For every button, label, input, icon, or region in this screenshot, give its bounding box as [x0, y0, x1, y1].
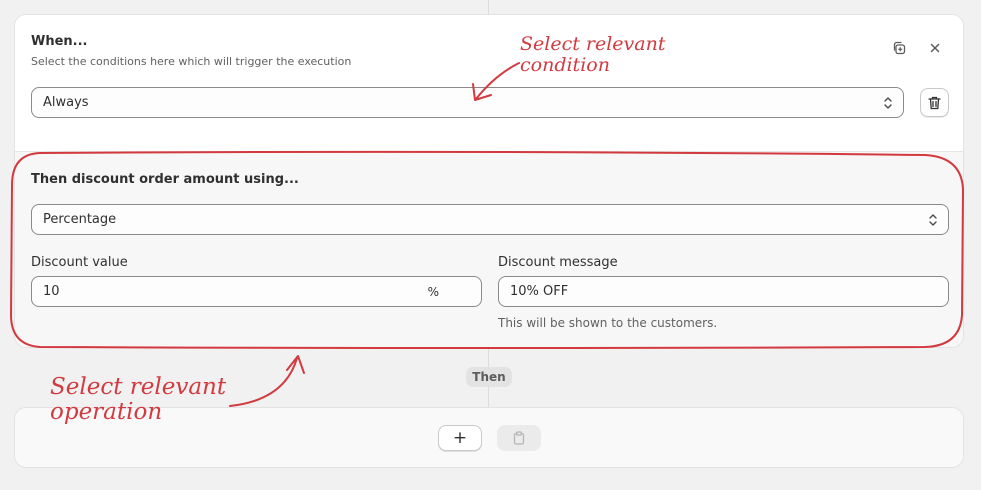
discount-message-input[interactable]: 10% OFF	[498, 276, 949, 307]
annotation-condition-line-1: Select relevant	[520, 33, 666, 55]
annotation-condition: Select relevant condition	[520, 34, 665, 76]
discount-value-label: Discount value	[31, 255, 128, 270]
discount-message-help: This will be shown to the customers.	[498, 316, 718, 330]
discount-message-label: Discount message	[498, 255, 618, 270]
trash-icon	[928, 96, 941, 109]
discount-method-value: Percentage	[43, 212, 117, 227]
arrow-to-operation	[229, 357, 298, 407]
discount-value-text: 10	[43, 284, 60, 299]
percent-suffix: %	[427, 285, 439, 299]
annotation-operation: Select relevant operation	[50, 374, 227, 426]
arrow-head-operation	[286, 355, 305, 374]
discount-value-input[interactable]: 10 %	[31, 276, 482, 307]
clipboard-icon	[513, 431, 525, 445]
add-action-button[interactable]: +	[438, 425, 482, 451]
annotation-operation-line-1: Select relevant	[50, 374, 227, 400]
select-chevron-icon	[884, 97, 892, 109]
rule-card: When... Select the conditions here which…	[14, 14, 964, 348]
condition-select-value: Always	[43, 95, 89, 110]
discount-method-select[interactable]: Percentage	[31, 204, 949, 235]
delete-condition-button[interactable]	[920, 88, 949, 117]
close-icon[interactable]	[924, 37, 946, 59]
when-title: When...	[31, 34, 88, 49]
then-connector-badge: Then	[466, 367, 512, 387]
select-chevron-icon	[929, 214, 937, 226]
discount-message-text: 10% OFF	[510, 284, 569, 299]
flow-connector-top	[488, 0, 489, 14]
annotation-condition-line-2: condition	[520, 53, 610, 76]
then-section: Then discount order amount using... Perc…	[15, 151, 963, 347]
duplicate-icon[interactable]	[888, 37, 910, 59]
when-section: When... Select the conditions here which…	[15, 15, 963, 151]
then-title: Then discount order amount using...	[31, 172, 299, 187]
plus-icon: +	[452, 428, 468, 448]
paste-action-button[interactable]	[497, 425, 541, 451]
annotation-operation-line-2: operation	[50, 399, 163, 426]
when-subtitle: Select the conditions here which will tr…	[31, 55, 352, 68]
condition-select[interactable]: Always	[31, 87, 904, 118]
